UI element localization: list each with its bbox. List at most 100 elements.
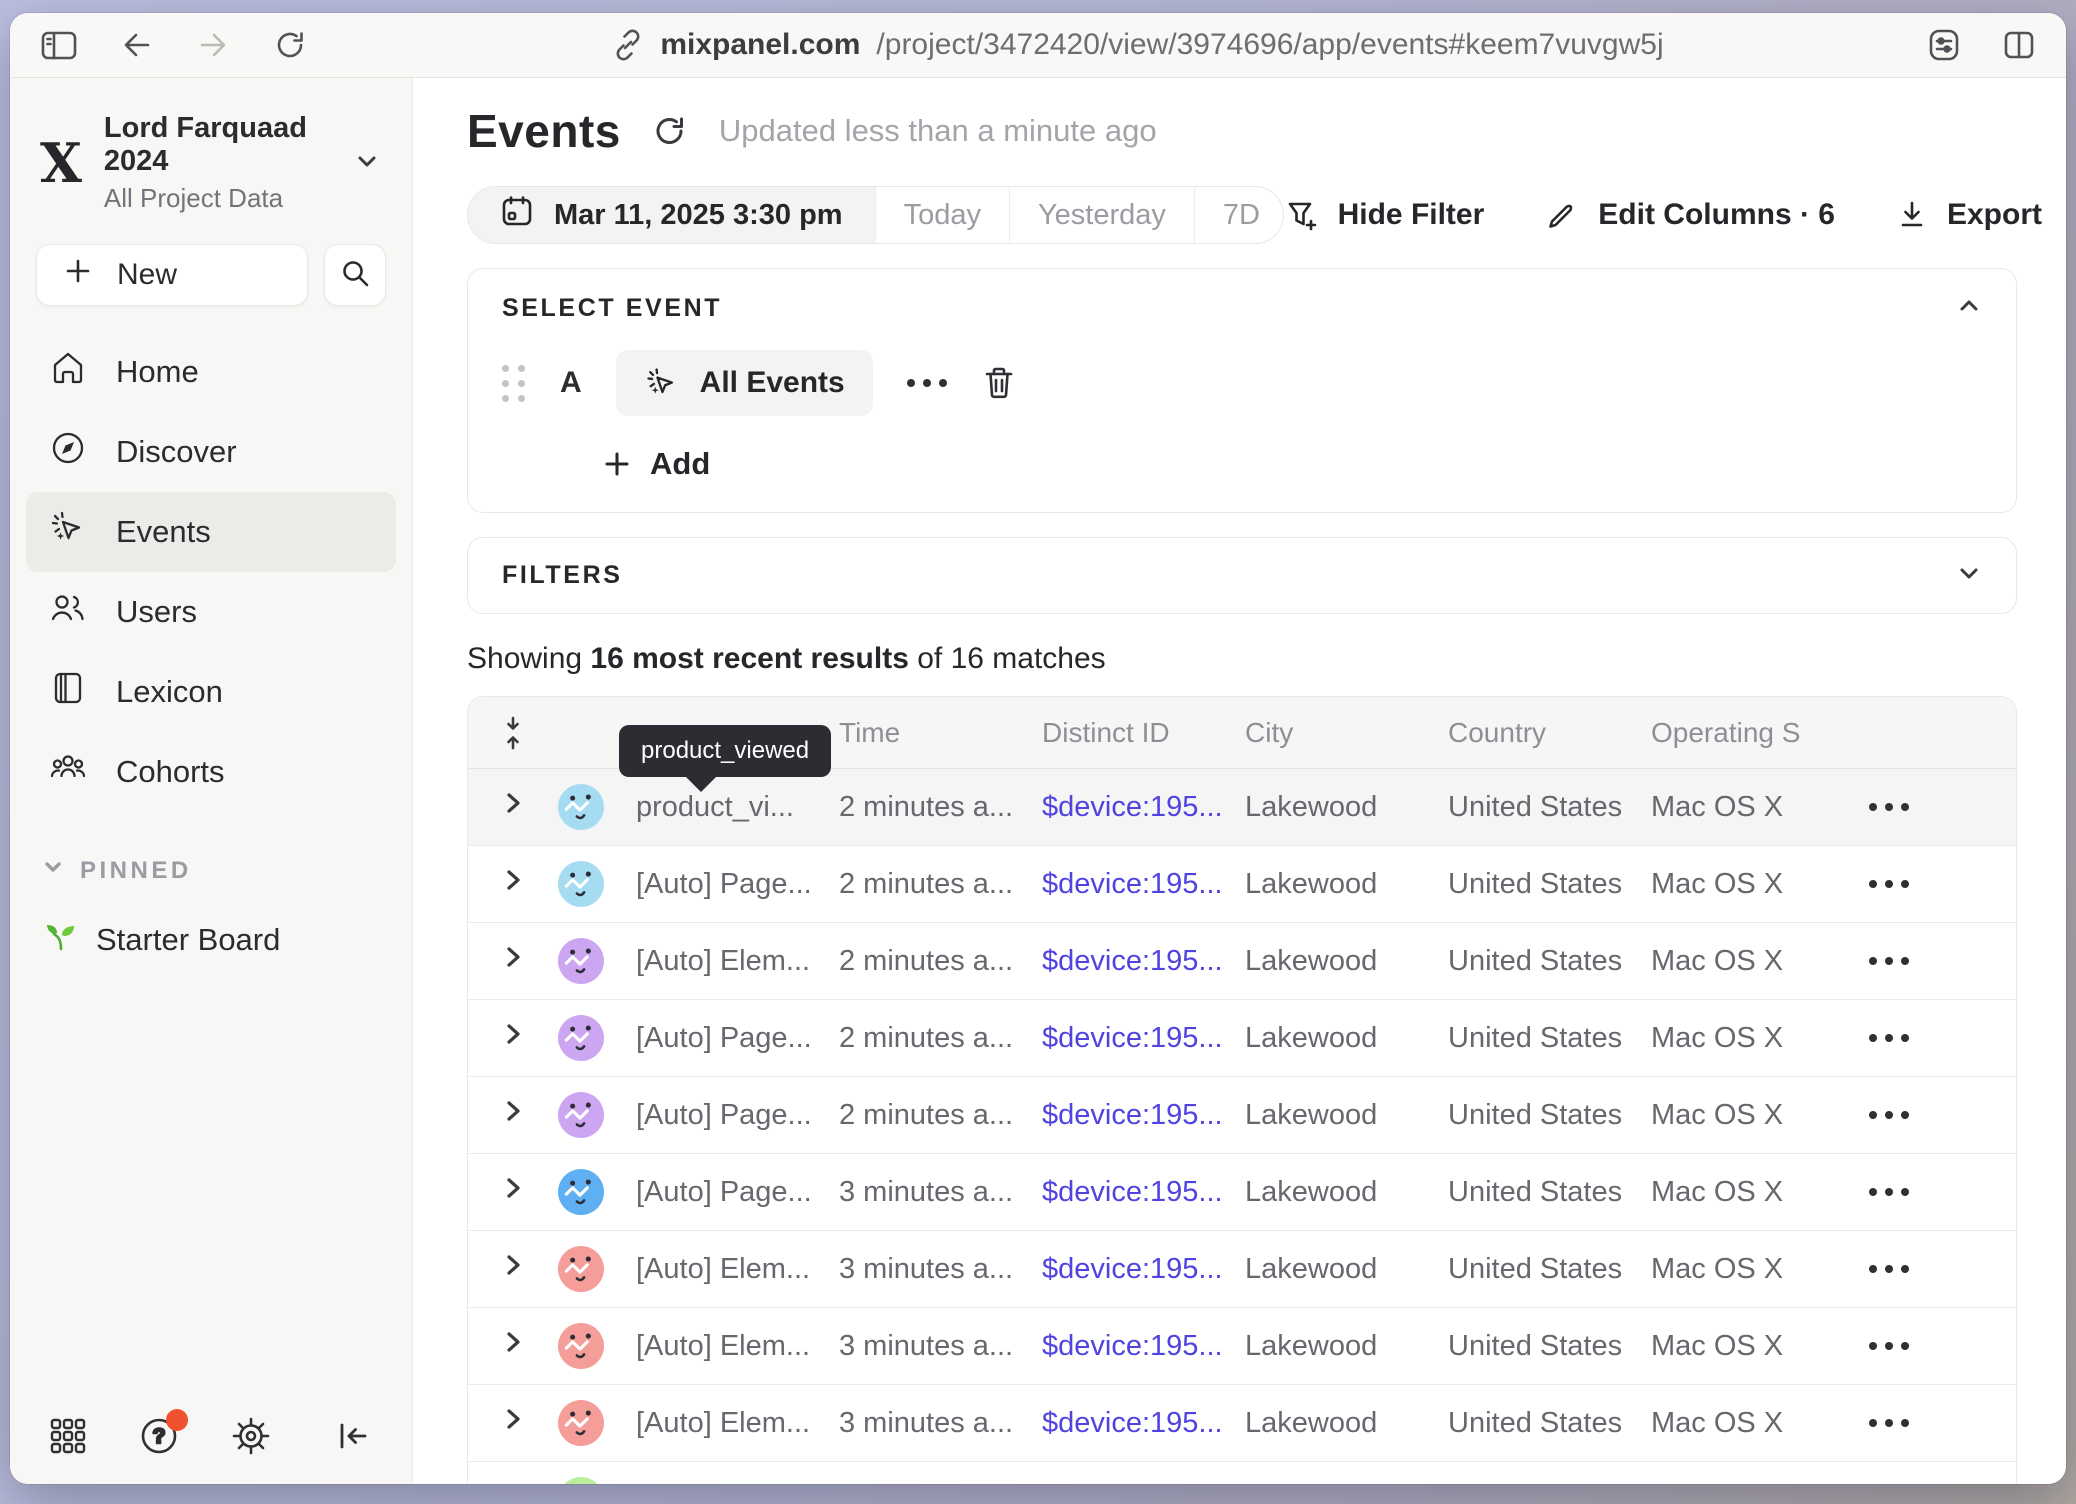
segment-yesterday[interactable]: Yesterday: [1009, 187, 1194, 243]
sidebar: X Lord Farquaad 2024 All Project Data Ne…: [10, 78, 413, 1484]
row-more-button[interactable]: [1869, 1342, 1909, 1350]
page-title: Events: [467, 104, 621, 158]
event-selector-pill[interactable]: All Events: [616, 350, 873, 416]
expand-row-chevron-icon[interactable]: [501, 1174, 525, 1210]
settings-gear-icon[interactable]: [230, 1415, 272, 1462]
table-row[interactable]: [Auto] Page... 3 minutes a... $device:19…: [468, 1154, 2016, 1231]
sidebar-item-label: Users: [116, 594, 197, 630]
event-time: 3 minutes a...: [839, 1330, 1042, 1363]
table-row[interactable]: [Auto] Elem... 3 minutes a... $device:19…: [468, 1231, 2016, 1308]
back-arrow-icon[interactable]: [120, 28, 154, 62]
segment-today[interactable]: Today: [875, 187, 1009, 243]
date-range-toolbar: Mar 11, 2025 3:30 pm Today Yesterday 7D …: [467, 186, 2056, 244]
reload-icon[interactable]: [272, 27, 308, 63]
row-more-button[interactable]: [1869, 803, 1909, 811]
row-more-button[interactable]: [1869, 880, 1909, 888]
distinct-id-link[interactable]: $device:195...: [1042, 1022, 1223, 1054]
project-name: Lord Farquaad 2024: [104, 112, 330, 178]
lexicon-book-icon: [48, 668, 88, 716]
browser-sidebar-toggle-icon[interactable]: [40, 28, 78, 62]
distinct-id-link[interactable]: $device:195...: [1042, 1176, 1223, 1208]
sidebar-item-cohorts[interactable]: Cohorts: [26, 732, 396, 812]
expand-row-chevron-icon[interactable]: [501, 1328, 525, 1364]
distinct-id-link[interactable]: $device:195...: [1042, 1099, 1223, 1131]
column-header-country[interactable]: Country: [1448, 717, 1651, 749]
clause-more-button[interactable]: [907, 379, 947, 387]
address-bar[interactable]: mixpanel.com/project/3472420/view/397469…: [400, 28, 1876, 62]
edit-columns-button[interactable]: Edit Columns · 6: [1544, 197, 1835, 233]
row-more-button[interactable]: [1869, 1265, 1909, 1273]
expand-row-chevron-icon[interactable]: [501, 1482, 525, 1484]
select-event-panel: SELECT EVENT A All Events: [467, 268, 2017, 513]
expand-row-chevron-icon[interactable]: [501, 866, 525, 902]
compass-icon: [48, 428, 88, 476]
pinned-section-header[interactable]: PINNED: [10, 812, 412, 893]
refresh-icon[interactable]: [651, 112, 689, 150]
trash-icon[interactable]: [981, 364, 1017, 402]
table-row[interactable]: [Auto] Elem... 2 minutes a... $device:19…: [468, 923, 2016, 1000]
table-row[interactable]: [Auto] Page... 2 minutes a... $device:19…: [468, 1000, 2016, 1077]
sidebar-item-starter-board[interactable]: Starter Board: [10, 893, 412, 987]
row-more-button[interactable]: [1869, 1034, 1909, 1042]
row-more-button[interactable]: [1869, 957, 1909, 965]
project-switcher[interactable]: X Lord Farquaad 2024 All Project Data: [10, 78, 412, 238]
column-header-distinct-id[interactable]: Distinct ID: [1042, 717, 1245, 749]
sidebar-item-home[interactable]: Home: [26, 332, 396, 412]
table-row[interactable]: [Auto] Elem... 3 minutes a... $device:19…: [468, 1385, 2016, 1462]
expand-row-chevron-icon[interactable]: [501, 1251, 525, 1287]
column-header-time[interactable]: Time: [839, 717, 1042, 749]
segment-7d[interactable]: 7D: [1194, 187, 1284, 243]
filters-header[interactable]: FILTERS: [502, 560, 1982, 591]
forward-arrow-icon[interactable]: [196, 28, 230, 62]
sidebar-item-users[interactable]: Users: [26, 572, 396, 652]
expand-row-chevron-icon[interactable]: [501, 789, 525, 825]
table-row[interactable]: [Auto] Page... 2 minutes a... $device:19…: [468, 846, 2016, 923]
new-button[interactable]: New: [36, 244, 308, 306]
distinct-id-link[interactable]: $device:195...: [1042, 945, 1223, 977]
expand-row-chevron-icon[interactable]: [501, 1405, 525, 1441]
distinct-id-link[interactable]: $device:195...: [1042, 1407, 1223, 1439]
apps-grid-icon[interactable]: [48, 1416, 88, 1461]
event-cursor-icon: [48, 508, 88, 556]
chevron-down-icon[interactable]: [1956, 560, 1982, 591]
chevron-up-icon[interactable]: [1956, 293, 1982, 324]
collapse-sidebar-icon[interactable]: [334, 1419, 372, 1458]
expand-row-chevron-icon[interactable]: [501, 1097, 525, 1133]
distinct-id-link[interactable]: $device:195...: [1042, 1484, 1223, 1485]
add-event-button[interactable]: Add: [602, 446, 710, 482]
split-view-icon[interactable]: [2002, 29, 2036, 61]
event-time: 2 minutes a...: [839, 791, 1042, 824]
column-header-city[interactable]: City: [1245, 717, 1448, 749]
table-row[interactable]: [Auto] Elem... 3 minutes a... $device:19…: [468, 1308, 2016, 1385]
os-cell: Mac OS X: [1651, 1407, 1841, 1440]
sidebar-item-events[interactable]: Events: [26, 492, 396, 572]
event-avatar: [558, 1015, 604, 1061]
distinct-id-link[interactable]: $device:195...: [1042, 1330, 1223, 1362]
hide-filter-button[interactable]: Hide Filter: [1284, 197, 1485, 233]
export-button[interactable]: Export: [1895, 198, 2042, 232]
collapse-all-rows-icon[interactable]: [468, 715, 558, 751]
sidebar-item-discover[interactable]: Discover: [26, 412, 396, 492]
row-more-button[interactable]: [1869, 1111, 1909, 1119]
date-range-picker: Mar 11, 2025 3:30 pm Today Yesterday 7D …: [467, 186, 1284, 244]
row-more-button[interactable]: [1869, 1419, 1909, 1427]
browser-customize-icon[interactable]: [1926, 27, 1962, 63]
expand-row-chevron-icon[interactable]: [501, 1020, 525, 1056]
help-icon[interactable]: ?: [138, 1415, 180, 1462]
table-row[interactable]: [Auto] Page... 2 minutes a... $device:19…: [468, 1077, 2016, 1154]
select-event-header[interactable]: SELECT EVENT: [502, 293, 1982, 324]
custom-date-segment[interactable]: Mar 11, 2025 3:30 pm: [468, 187, 875, 243]
drag-handle-icon[interactable]: [502, 365, 526, 402]
distinct-id-link[interactable]: $device:195...: [1042, 1253, 1223, 1285]
column-header-os[interactable]: Operating S: [1651, 717, 1841, 749]
table-row[interactable]: [Auto] Elem... 4 minutes a... $device:19…: [468, 1462, 2016, 1484]
distinct-id-link[interactable]: $device:195...: [1042, 868, 1223, 900]
expand-row-chevron-icon[interactable]: [501, 943, 525, 979]
sidebar-item-lexicon[interactable]: Lexicon: [26, 652, 396, 732]
row-more-button[interactable]: [1869, 1188, 1909, 1196]
search-icon: [339, 257, 371, 294]
url-host: mixpanel.com: [660, 28, 860, 62]
distinct-id-link[interactable]: $device:195...: [1042, 791, 1223, 823]
event-name: [Auto] Elem...: [636, 1330, 839, 1363]
search-button[interactable]: [324, 244, 386, 306]
